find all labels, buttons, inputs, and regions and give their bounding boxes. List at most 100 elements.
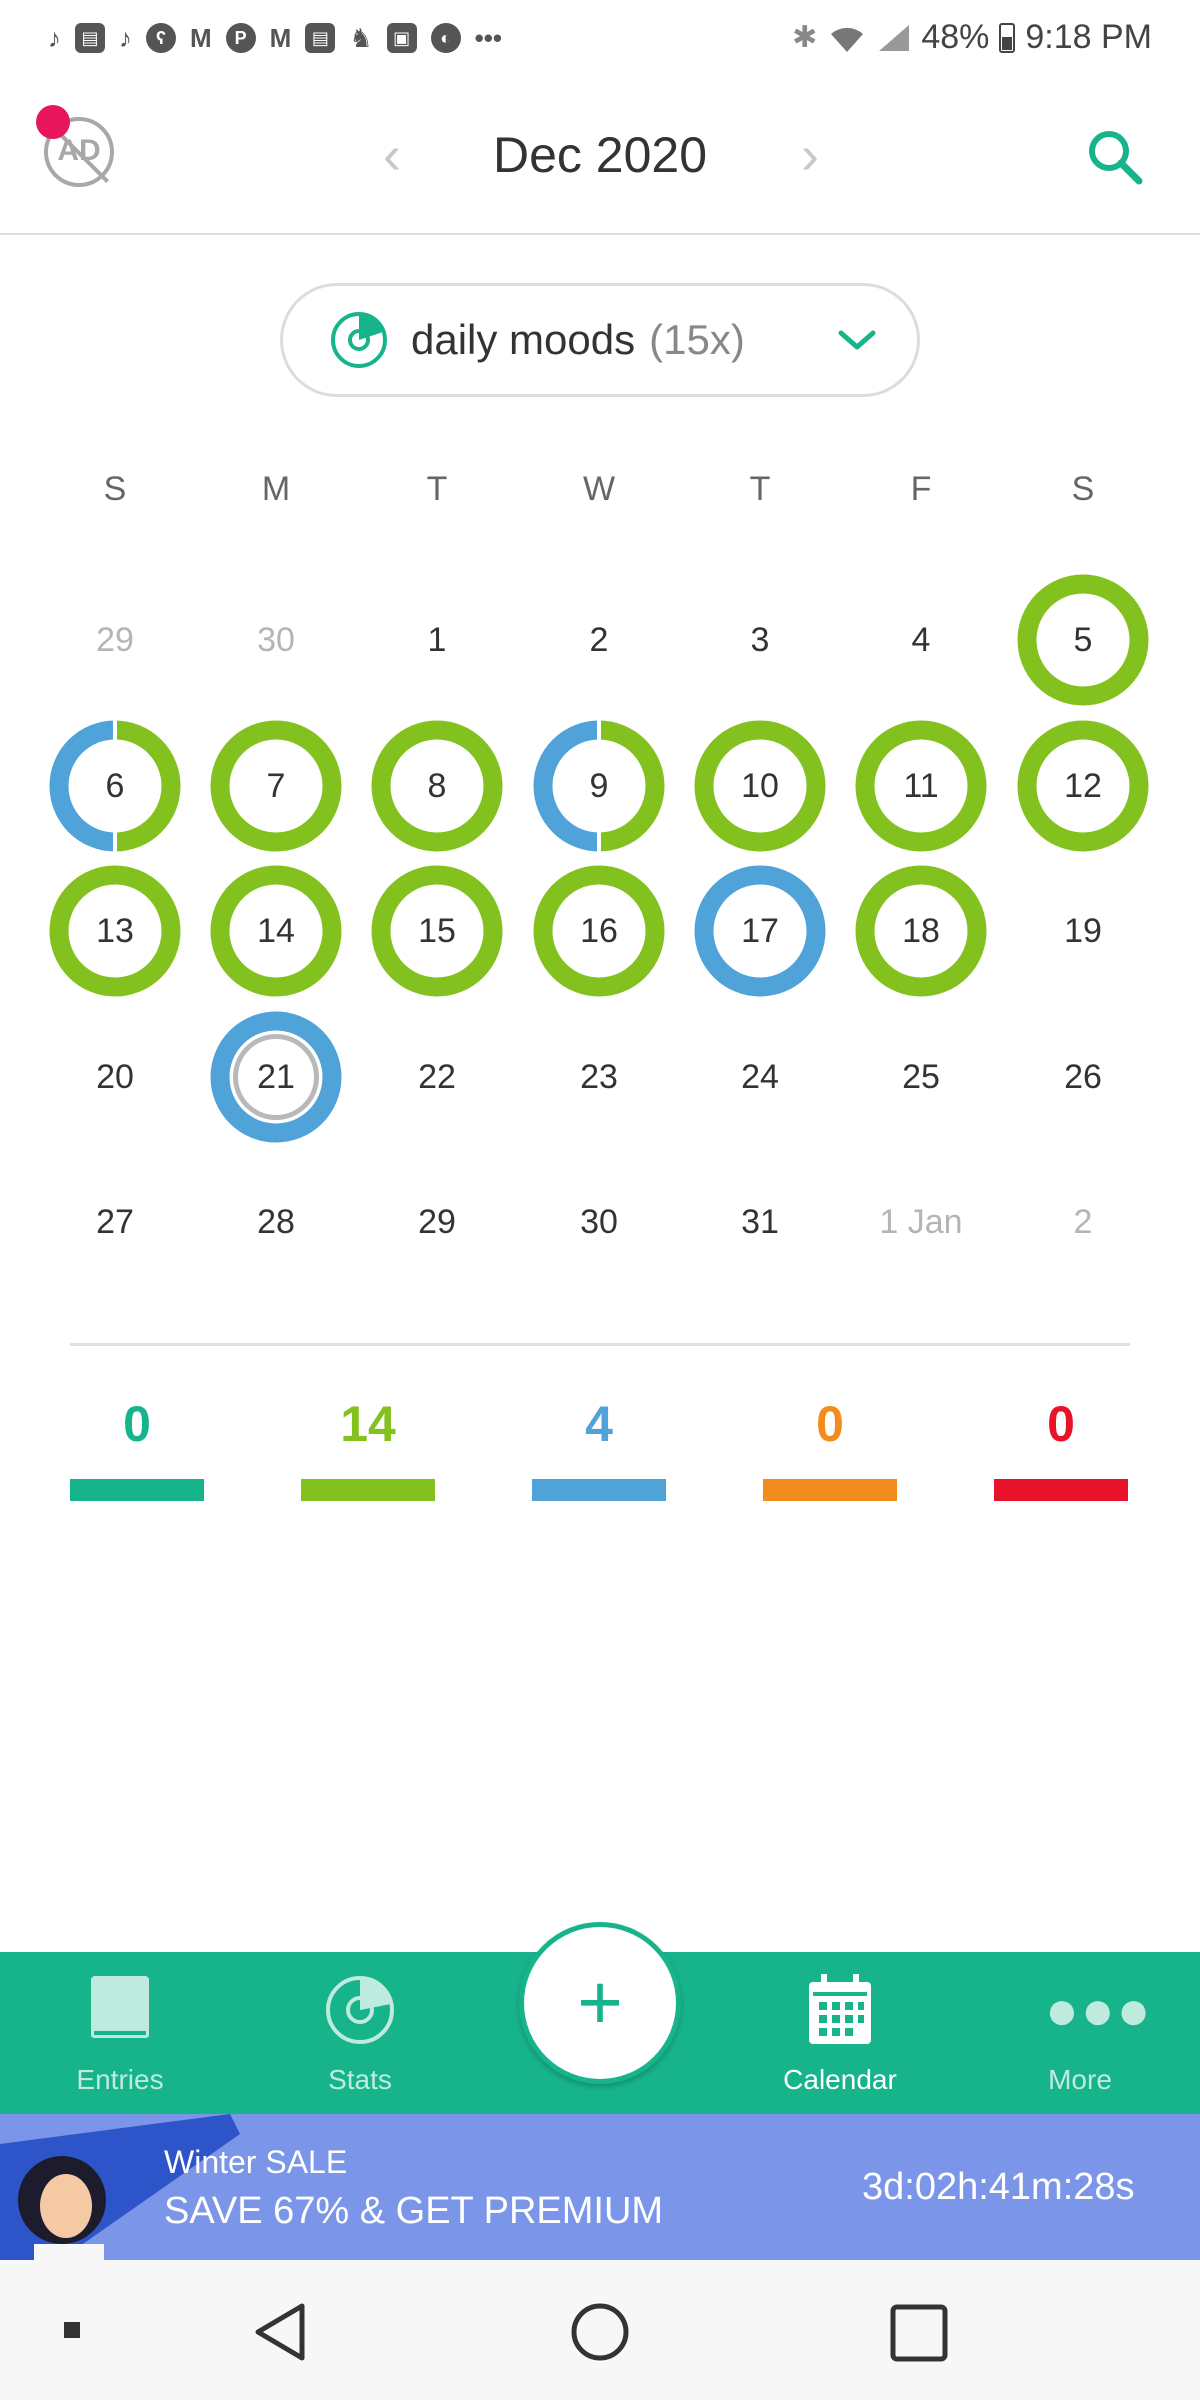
calendar-day[interactable]: 3	[692, 572, 828, 708]
calendar-day[interactable]: 21	[208, 1009, 344, 1145]
back-icon[interactable]	[250, 2300, 310, 2364]
calendar-day[interactable]: 7	[208, 718, 344, 854]
weekday-label: W	[582, 470, 616, 508]
next-month-button[interactable]: ›	[790, 125, 830, 185]
promo-subtitle: SAVE 67% & GET PREMIUM	[164, 2190, 664, 2232]
mood-count: 14	[300, 1395, 436, 1501]
promo-countdown: 3d:02h:41m:28s	[862, 2166, 1135, 2208]
calendar-day[interactable]: 12	[1015, 718, 1151, 854]
calendar-day[interactable]: 13	[47, 863, 183, 999]
day-number: 3	[750, 620, 770, 659]
today-day-number: 21	[233, 1034, 319, 1120]
mood-count-value: 0	[816, 1396, 844, 1452]
weekday-label: M	[261, 470, 291, 508]
calendar-day[interactable]: 25	[853, 1009, 989, 1145]
calendar-day[interactable]: 22	[369, 1009, 505, 1145]
calendar-day[interactable]: 6	[47, 718, 183, 854]
home-icon[interactable]	[570, 2302, 630, 2362]
calendar-day[interactable]: 10	[692, 718, 828, 854]
bear-icon: ʕ	[146, 22, 176, 53]
calendar-day[interactable]: 1	[369, 572, 505, 708]
calendar-icon	[809, 1974, 871, 2044]
nav-stats[interactable]: Stats	[260, 1952, 460, 2114]
calendar-day[interactable]: 19	[1015, 863, 1151, 999]
mood-count-value: 14	[340, 1396, 396, 1452]
day-number: 16	[580, 911, 618, 950]
calendar-day[interactable]: 31	[692, 1154, 828, 1290]
promo-illustration	[0, 2114, 240, 2260]
calendar-day[interactable]: 5	[1015, 572, 1151, 708]
compass-icon: ◐	[430, 22, 461, 53]
calendar-day[interactable]: 15	[369, 863, 505, 999]
system-navigation-bar	[0, 2260, 1200, 2400]
mood-color-bar	[532, 1479, 666, 1501]
mood-count-value: 0	[1047, 1396, 1075, 1452]
nav-more[interactable]: ●●● More	[980, 1952, 1180, 2114]
promo-banner[interactable]: Winter SALE SAVE 67% & GET PREMIUM 3d:02…	[0, 2114, 1200, 2260]
calendar-day[interactable]: 30	[208, 572, 344, 708]
calendar-day[interactable]: 11	[853, 718, 989, 854]
mood-count: 0	[993, 1395, 1129, 1501]
nav-entries[interactable]: Entries	[20, 1952, 220, 2114]
ring-gap	[113, 830, 117, 854]
nav-calendar[interactable]: Calendar	[740, 1952, 940, 2114]
day-number: 1	[427, 620, 447, 659]
mood-filter-dropdown[interactable]: daily moods (15x)	[280, 283, 920, 397]
wifi-icon	[831, 27, 864, 52]
book-icon	[85, 1970, 155, 2050]
more-icon: •••	[474, 22, 502, 53]
calendar-day[interactable]: 23	[531, 1009, 667, 1145]
mood-count-value: 4	[585, 1396, 613, 1452]
calendar-day[interactable]: 30	[531, 1154, 667, 1290]
calendar-day[interactable]: 16	[531, 863, 667, 999]
day-number: 15	[418, 911, 456, 950]
calendar-day[interactable]: 29	[47, 572, 183, 708]
day-number: 8	[427, 766, 447, 805]
battery-percent: 48%	[921, 18, 990, 56]
calendar-day[interactable]: 4	[853, 572, 989, 708]
mood-color-bar	[994, 1479, 1128, 1501]
weekday-label: S	[103, 470, 127, 508]
day-number: 11	[903, 766, 939, 805]
weekday-label: T	[426, 470, 448, 508]
day-number: 7	[266, 766, 286, 805]
add-entry-button[interactable]: +	[519, 1922, 681, 2084]
ring-gap	[113, 718, 117, 742]
calendar-day[interactable]: 29	[369, 1154, 505, 1290]
day-number: 25	[902, 1057, 940, 1096]
calendar-day[interactable]: 1 Jan	[853, 1154, 989, 1290]
day-number: 22	[418, 1057, 456, 1096]
overview-icon[interactable]	[890, 2304, 948, 2362]
filter-count: (15x)	[649, 316, 745, 363]
calendar-day[interactable]: 27	[47, 1154, 183, 1290]
calendar-day[interactable]: 18	[853, 863, 989, 999]
day-number: 1 Jan	[879, 1202, 963, 1241]
calendar-day[interactable]: 24	[692, 1009, 828, 1145]
filter-label: daily moods	[411, 316, 636, 363]
calendar-day[interactable]: 17	[692, 863, 828, 999]
search-icon[interactable]	[1085, 127, 1145, 187]
mood-color-bar	[70, 1479, 204, 1501]
calendar-day[interactable]: 2	[531, 572, 667, 708]
mcdonalds-icon: M	[269, 22, 292, 53]
tiktok-icon: ♪	[119, 22, 132, 53]
calendar-day[interactable]: 20	[47, 1009, 183, 1145]
calendar-day[interactable]: 26	[1015, 1009, 1151, 1145]
day-number: 23	[580, 1057, 618, 1096]
image-icon: ▣	[386, 22, 417, 53]
pie-chart-icon	[326, 1976, 394, 2044]
calendar-day[interactable]: 9	[531, 718, 667, 854]
calendar-day[interactable]: 14	[208, 863, 344, 999]
day-number: 18	[902, 911, 940, 950]
day-number: 10	[741, 766, 779, 805]
day-number: 13	[96, 911, 134, 950]
print-icon: ▤	[75, 22, 105, 53]
mood-color-bar	[763, 1479, 897, 1501]
pinterest-icon: P	[225, 22, 256, 53]
day-number: 30	[580, 1202, 618, 1241]
calendar-day[interactable]: 2	[1015, 1154, 1151, 1290]
calendar-day[interactable]: 28	[208, 1154, 344, 1290]
calendar-day[interactable]: 8	[369, 718, 505, 854]
print-icon: ▤	[305, 22, 336, 53]
notification-icons: ♪ ▤ ♪ ʕ M P M ▤ ♞ ▣ ◐ •••	[48, 22, 502, 53]
